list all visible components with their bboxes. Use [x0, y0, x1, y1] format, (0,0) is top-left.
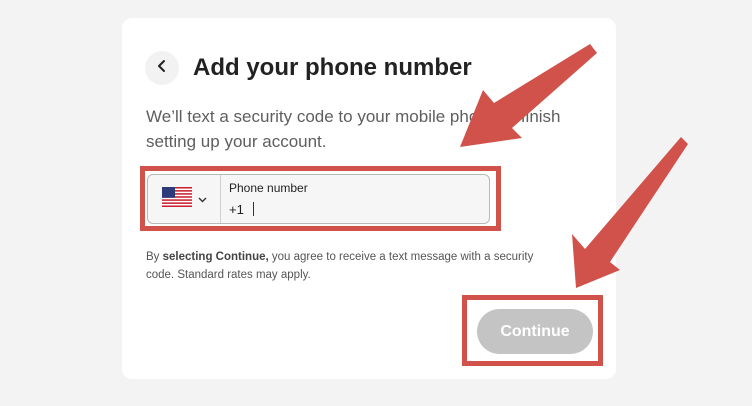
chevron-left-icon	[156, 59, 168, 78]
consent-text: By selecting Continue, you agree to rece…	[146, 248, 574, 284]
back-button[interactable]	[145, 51, 179, 85]
country-dial-code: +1	[229, 202, 244, 217]
phone-number-input[interactable]	[251, 199, 481, 219]
us-flag-icon	[161, 186, 192, 212]
country-code-selector[interactable]	[148, 175, 221, 223]
dialog-subtitle: We’ll text a security code to your mobil…	[146, 107, 561, 151]
consent-bold: selecting Continue,	[162, 251, 269, 263]
consent-line1: you agree to receive a text message with…	[268, 251, 534, 263]
phone-number-label: Phone number	[229, 181, 308, 195]
phone-dialog: Add your phone number We’ll text a secur…	[122, 18, 616, 379]
consent-line2: code. Standard rates may apply.	[146, 269, 311, 281]
consent-prefix: By	[146, 251, 163, 263]
page-title: Add your phone number	[193, 54, 472, 81]
continue-button[interactable]: Continue	[477, 309, 593, 354]
phone-number-field[interactable]: Phone number +1	[221, 175, 489, 223]
text-cursor	[253, 202, 254, 216]
chevron-down-icon	[198, 190, 207, 208]
phone-input-group: Phone number +1	[147, 174, 490, 224]
